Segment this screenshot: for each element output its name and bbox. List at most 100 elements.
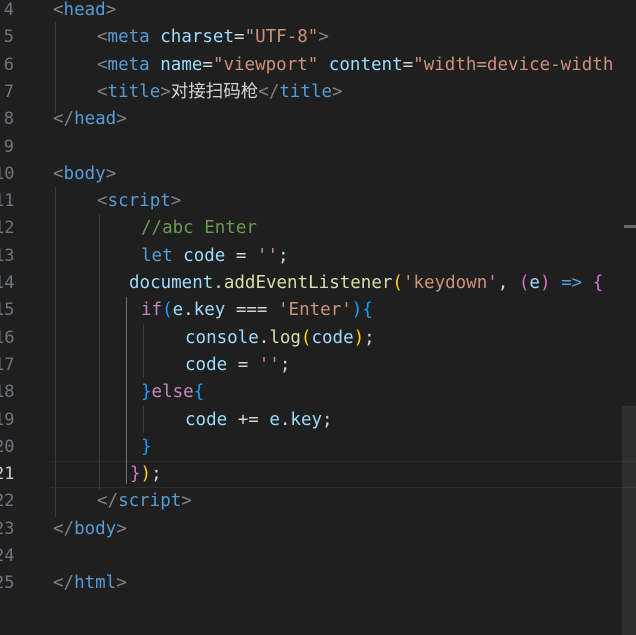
code-line[interactable]: 23 </body> [0, 516, 636, 543]
code-token: = [202, 54, 213, 75]
code-token: ( [392, 273, 403, 293]
code-line[interactable]: 15 if(e.key === 'Enter'){ [0, 297, 636, 324]
code-token: </ [258, 81, 280, 102]
code-line[interactable]: 20} [0, 434, 636, 461]
code-line[interactable]: 9 [0, 134, 636, 161]
code-text: <title>对接扫码枪</title> [97, 79, 343, 106]
code-token: = [402, 54, 414, 75]
code-token: e [529, 273, 540, 293]
code-line[interactable]: 7 <title>对接扫码枪</title> [0, 79, 636, 106]
code-token: ; [322, 409, 333, 430]
line-number: 14 [0, 273, 15, 293]
code-text: <script> [97, 188, 181, 215]
code-token: > [105, 0, 117, 20]
code-token: body [63, 163, 106, 184]
code-token: = [234, 27, 245, 48]
code-text: } [141, 434, 152, 461]
code-line[interactable]: 24 [0, 543, 636, 570]
code-token: let [141, 245, 173, 266]
line-number: 8 [3, 109, 14, 130]
code-token: body [74, 518, 117, 539]
code-token: += [227, 409, 270, 430]
code-token: if [141, 300, 163, 321]
code-token: console [185, 327, 259, 348]
code-token: } [141, 436, 152, 457]
code-line[interactable]: 22 </script> [0, 488, 636, 515]
scrollbar-thumb[interactable] [622, 406, 636, 635]
code-token: { [362, 300, 373, 321]
code-line[interactable]: 25 </html> [0, 570, 636, 597]
code-token: </ [53, 518, 75, 539]
code-token: code [183, 245, 226, 266]
code-token: code [185, 409, 228, 430]
code-editor[interactable]: 4 <head> 5 <meta charset="UTF-8"> 6 < meta nam… [0, 0, 636, 635]
code-token: ) [353, 327, 365, 348]
code-token: code [185, 354, 228, 375]
line-number: 24 [0, 546, 15, 566]
code-token: { [193, 382, 205, 403]
code-token: ; [151, 464, 162, 485]
code-token: > [116, 573, 127, 594]
code-token: > [105, 163, 117, 184]
code-token: //abc Enter [141, 218, 257, 239]
line-number: 22 [0, 491, 15, 512]
line-number: 21 [0, 464, 15, 485]
code-line[interactable]: 17 code = ''; [0, 352, 636, 379]
code-line[interactable]: 10 <body> [0, 161, 636, 188]
code-line[interactable]: 8 </head> [0, 106, 636, 133]
code-token: "viewport" [212, 54, 319, 75]
code-line[interactable]: 6 <meta name="viewport" content="width=de… [0, 52, 636, 79]
code-line[interactable]: 16 console.log(code); [0, 325, 636, 352]
code-token: key [290, 409, 323, 430]
code-token: head [74, 109, 117, 130]
code-token: e [269, 409, 280, 430]
code-line[interactable]: 13 let code = ''; [0, 243, 636, 270]
code-line[interactable]: 14document.addEventListener('keydown', (… [0, 270, 636, 297]
code-token: } [141, 382, 152, 403]
code-token: . [258, 327, 270, 348]
indent-guide-else [143, 406, 144, 433]
code-token: title [107, 81, 161, 102]
code-token: code [311, 327, 354, 348]
code-token: < [97, 81, 108, 102]
code-token: > [116, 518, 127, 539]
line-number: 11 [0, 191, 15, 212]
code-token: === [225, 300, 279, 321]
code-line[interactable]: 4 <head> [0, 0, 636, 24]
code-text: let code = ''; [141, 243, 289, 270]
code-token: < [97, 54, 108, 75]
code-token: ) [351, 300, 363, 321]
line-number: 18 [0, 382, 15, 403]
code-token: charset [160, 27, 235, 48]
code-token: 'keydown' [402, 273, 498, 293]
line-number: 6 [3, 54, 14, 75]
code-token: ; [278, 245, 289, 266]
code-text: console.log(code); [185, 325, 375, 352]
code-token: ; [364, 327, 375, 348]
line-number: 16 [0, 327, 15, 348]
line-number: 5 [3, 27, 14, 48]
code-text: <meta charset="UTF-8"> [97, 24, 329, 51]
code-token: html [74, 573, 117, 594]
code-line[interactable]: 21}); [0, 461, 636, 489]
vertical-scrollbar[interactable] [622, 0, 636, 635]
code-text: }); [130, 461, 162, 488]
code-token: 'Enter' [278, 300, 352, 321]
code-line[interactable]: 12 //abc Enter [0, 215, 636, 242]
code-token: meta [107, 27, 150, 48]
code-token: > [181, 491, 192, 512]
indent-guide-if [143, 324, 144, 378]
line-number: 10 [0, 163, 15, 184]
code-line[interactable]: 18}else{ [0, 379, 636, 406]
code-text: </head> [53, 106, 127, 133]
code-token: name [160, 54, 203, 75]
code-line[interactable]: 19 code += e.key; [0, 407, 636, 434]
code-token: 对接扫码枪 [170, 81, 259, 102]
indent-guide-handler [126, 297, 127, 484]
code-line[interactable]: 11 <script> [0, 188, 636, 215]
code-line[interactable]: 5 <meta charset="UTF-8"> [0, 24, 636, 51]
code-token: . [213, 273, 224, 293]
code-token: title [279, 81, 333, 102]
